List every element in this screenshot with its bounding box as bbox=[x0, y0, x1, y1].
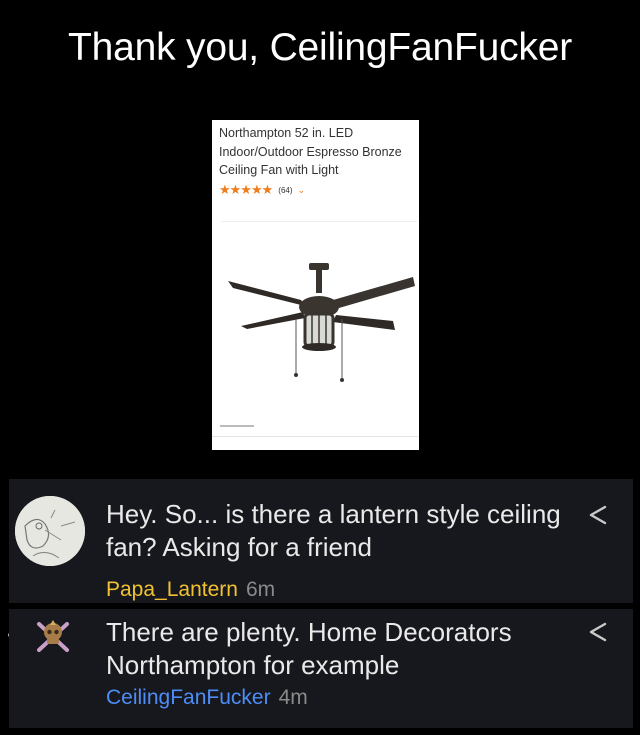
comment-1: Hey. So... is there a lantern style ceil… bbox=[9, 479, 633, 603]
chevron-down-icon[interactable]: ⌄ bbox=[298, 185, 306, 196]
page-title: Thank you, CeilingFanFucker bbox=[68, 26, 572, 69]
timestamp: 6m bbox=[245, 578, 276, 601]
share-icon[interactable] bbox=[587, 504, 609, 526]
username[interactable]: Papa_Lantern bbox=[106, 578, 238, 601]
product-title[interactable]: Northampton 52 in. LED Indoor/Outdoor Es… bbox=[219, 124, 419, 180]
timestamp: 4m bbox=[278, 686, 308, 709]
ceiling-fan-image bbox=[228, 263, 415, 382]
skull-crossbones-avatar-icon bbox=[37, 620, 69, 652]
comment-meta: CeilingFanFucker 4m bbox=[106, 686, 308, 710]
comment-meta: Papa_Lantern 6m bbox=[106, 578, 275, 602]
share-icon[interactable] bbox=[587, 621, 609, 643]
comment-text: There are plenty. Home Decorators Northa… bbox=[106, 617, 512, 680]
divider bbox=[212, 436, 419, 437]
comment-text: Hey. So... is there a lantern style ceil… bbox=[106, 499, 561, 562]
comment-2: There are plenty. Home Decorators Northa… bbox=[9, 609, 633, 728]
rating-count: (64) bbox=[278, 185, 293, 195]
carousel-indicator bbox=[220, 425, 254, 427]
avatar[interactable] bbox=[15, 496, 85, 566]
rating-stars: ★★★★★ bbox=[219, 182, 273, 197]
rating-row[interactable]: ★★★★★ (64) ⌄ bbox=[219, 182, 306, 197]
sketch-avatar-icon bbox=[15, 496, 85, 566]
username[interactable]: CeilingFanFucker bbox=[106, 686, 271, 709]
product-image[interactable] bbox=[221, 221, 417, 422]
avatar[interactable] bbox=[33, 616, 73, 656]
product-card[interactable]: Northampton 52 in. LED Indoor/Outdoor Es… bbox=[212, 120, 419, 450]
